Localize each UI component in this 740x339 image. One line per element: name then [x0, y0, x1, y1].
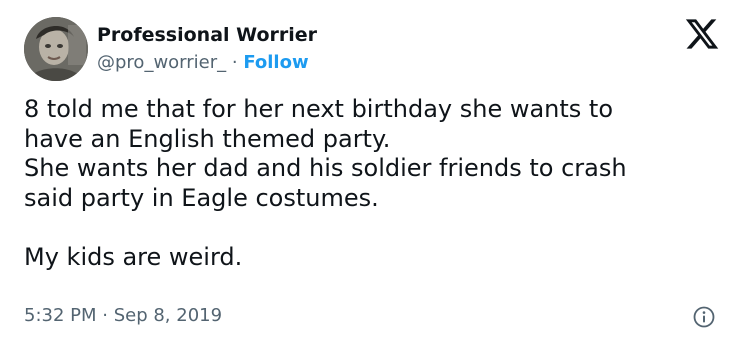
x-logo-icon[interactable] — [684, 16, 720, 52]
tweet-text: 8 told me that for her next birthday she… — [24, 95, 627, 271]
timestamp-separator: · — [96, 305, 114, 326]
handle-separator: · — [226, 52, 244, 73]
tweet-time: 5:32 PM — [24, 305, 97, 326]
author-name[interactable]: Professional Worrier — [97, 24, 317, 46]
author-handle[interactable]: @pro_worrier_ — [97, 52, 226, 73]
tweet-date: Sep 8, 2019 — [113, 305, 223, 326]
avatar[interactable] — [24, 17, 88, 81]
follow-button[interactable]: Follow — [243, 52, 308, 73]
tweet-card: Professional Worrier @pro_worrier_ · Fol… — [0, 0, 740, 339]
avatar-photo-icon — [24, 17, 88, 81]
info-icon[interactable] — [692, 305, 716, 329]
tweet-timestamp[interactable]: 5:32 PM · Sep 8, 2019 — [24, 305, 222, 326]
author-handle-row: @pro_worrier_ · Follow — [97, 52, 309, 73]
